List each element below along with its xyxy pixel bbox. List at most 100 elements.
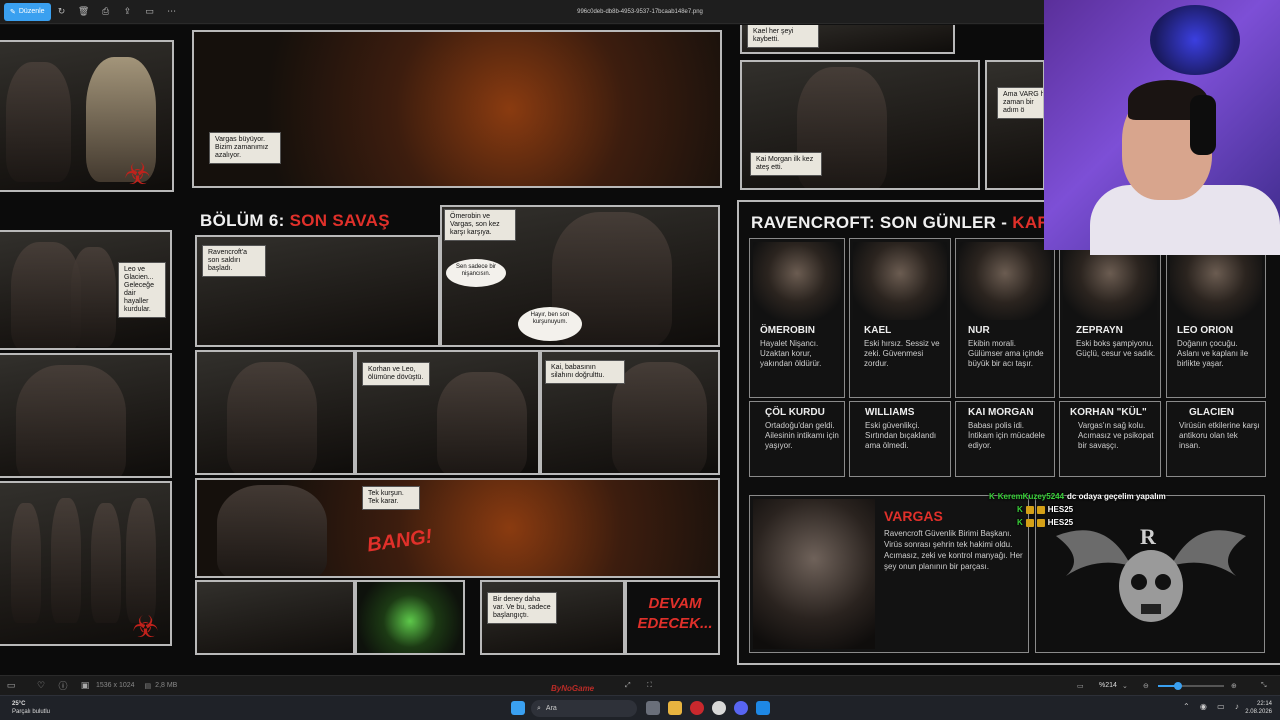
badge-icon xyxy=(1025,518,1034,527)
panel-leo-fight: Korhan ve Leo, ölümüne dövüştü. xyxy=(355,350,540,475)
platform-icon: K xyxy=(1017,518,1023,527)
chat-message: K HES25 xyxy=(989,516,1166,529)
character-desc: Eski boks şampiyonu. Güçlü, cesur ve sad… xyxy=(1076,339,1156,358)
character-card-glacien: GLACIEN Virüsün etkilerine karşı antikor… xyxy=(1166,401,1266,477)
bang-text: BANG! xyxy=(365,525,434,557)
system-tray[interactable]: ⌃ ◉ ▭ ♪ xyxy=(1183,702,1243,711)
caption-vargas-grows: Vargas büyüyor. Bizim zamanımız azalıyor… xyxy=(209,132,281,164)
speech-bubble-reply: Hayır, ben son kurşunuyum. xyxy=(518,307,582,341)
slideshow-icon[interactable]: ▭ xyxy=(139,0,161,24)
panel-kai-aim: Kai, babasının silahını doğrulttu. xyxy=(540,350,720,475)
photos-icon[interactable] xyxy=(756,701,770,715)
delete-icon[interactable]: 🗑 xyxy=(73,0,95,24)
file-explorer-icon[interactable] xyxy=(668,701,682,715)
character-name: NUR xyxy=(968,325,990,336)
chat-text: HES25 xyxy=(1047,505,1074,514)
badge-icon xyxy=(1036,518,1045,527)
zoom-out-icon[interactable]: ⊖ xyxy=(1143,682,1149,690)
character-card-omerobin: ÖMEROBIN Hayalet Nişancı. Uzaktan korur,… xyxy=(749,238,845,398)
discord-icon[interactable] xyxy=(734,701,748,715)
character-name: ÖMEROBIN xyxy=(760,325,815,336)
zoom-slider-thumb[interactable] xyxy=(1173,682,1182,690)
character-card-zeprayn: ZEPRAYN Eski boks şampiyonu. Güçlü, cesu… xyxy=(1059,238,1161,398)
fit-window-icon[interactable]: ▭ xyxy=(1077,682,1084,690)
info-icon[interactable]: ⓘ xyxy=(52,679,74,692)
chat-username: KeremKuzey5244 xyxy=(997,492,1065,501)
chapter-name: SON SAVAŞ xyxy=(289,211,390,230)
headphones-icon xyxy=(1190,95,1216,155)
print-icon[interactable]: ⎙ xyxy=(95,0,117,24)
zoom-in-icon[interactable]: ⊕ xyxy=(1231,682,1237,690)
rotate-icon[interactable]: ↻ xyxy=(51,0,73,24)
expand-icon[interactable]: ⤡ xyxy=(1261,682,1267,690)
share-icon[interactable]: ⇪ xyxy=(117,0,139,24)
speech-bubble-sniper: Sen sadece bir nişancısın. xyxy=(446,259,506,287)
panel-korhan xyxy=(195,350,355,475)
start-icon[interactable] xyxy=(511,701,525,715)
panel-final-attack: Ravencroft'a son saldırı başladı. xyxy=(195,235,440,347)
chat-message: K HES25 xyxy=(989,503,1166,516)
spartan-logo-icon xyxy=(1150,5,1240,75)
zoom-dropdown-icon[interactable]: ⌄ xyxy=(1122,682,1128,690)
search-placeholder: Ara xyxy=(545,705,557,712)
weather-widget[interactable]: 25°C Parçalı bulutlu xyxy=(12,700,50,716)
character-name: KAEL xyxy=(864,325,892,336)
character-desc: Ekibin morali. Gülümser ama içinde büyük… xyxy=(968,339,1044,368)
character-desc: Eski hırsız. Sessiz ve zeki. Güvenmesi z… xyxy=(864,339,940,368)
task-view-icon[interactable] xyxy=(646,701,660,715)
panel-bang: Tek kurşun. Tek karar. BANG! xyxy=(195,478,720,578)
filmstrip-icon[interactable]: ▭ xyxy=(0,680,22,691)
villain-name: VARGAS xyxy=(884,508,943,524)
zoom-level[interactable]: %214 xyxy=(1099,682,1117,689)
character-card-kai-morgan: KAI MORGAN Babası polis idi. İntikam içi… xyxy=(955,401,1055,477)
edit-button[interactable]: ✎ Düzenle xyxy=(4,2,51,21)
villain-desc: Ravencroft Güvenlik Birimi Başkanı. Virü… xyxy=(884,529,1023,571)
panel-green-glow xyxy=(355,580,465,655)
character-name: ÇÖL KURDU xyxy=(765,407,825,418)
platform-icon: K xyxy=(989,492,995,501)
disk-icon: ▤ xyxy=(144,682,152,690)
character-desc: Vargas'ın sağ kolu. Acımasız ve psikopat… xyxy=(1078,421,1154,450)
panel-to-be-continued: DEVAM EDECEK... xyxy=(625,580,720,655)
more-icon[interactable]: ⋯ xyxy=(161,0,183,24)
caption-ama-varg: Ama VARG her zaman bir adım ö xyxy=(997,87,1043,119)
opera-icon[interactable] xyxy=(690,701,704,715)
panel-couple: ☣ xyxy=(0,40,174,192)
character-card-korhan: KORHAN "KÜL" Vargas'ın sağ kolu. Acıması… xyxy=(1059,401,1161,477)
biohazard-icon-2: ☣ xyxy=(132,611,159,644)
watermark-logo: ByNoGame xyxy=(551,684,595,693)
weather-temp: 25°C xyxy=(12,701,26,707)
chapter-title: BÖLÜM 6: SON SAVAŞ xyxy=(200,211,390,231)
favorite-icon[interactable]: ♡ xyxy=(30,680,52,691)
character-desc: Doğanın çocuğu. Aslanı ve kaplanı ile bi… xyxy=(1177,339,1249,368)
character-desc: Eski güvenlikçi. Sırtından bıçaklandı am… xyxy=(865,421,937,450)
image-size-icon: ▣ xyxy=(80,680,90,690)
chat-overlay: K KeremKuzey5244 dc odaya geçelim yapalı… xyxy=(989,490,1166,529)
panel-experiment: Bir deney daha var. Ve bu, sadece başlan… xyxy=(480,580,625,655)
chrome-icon[interactable] xyxy=(712,701,726,715)
character-name: ZEPRAYN xyxy=(1076,325,1123,336)
caption-omerobin-vargas: Ömerobin ve Vargas, son kez karşı karşıy… xyxy=(444,209,516,241)
chat-message: K KeremKuzey5244 dc odaya geçelim yapalı… xyxy=(989,490,1166,503)
clock-date: 2.08.2026 xyxy=(1245,709,1272,715)
zoom-slider[interactable] xyxy=(1158,682,1224,690)
badge-icon xyxy=(1036,505,1045,514)
search-box[interactable]: ⌕ Ara xyxy=(531,700,637,717)
fit-icon[interactable]: ⤢ xyxy=(625,682,631,690)
fullscreen-icon[interactable]: ⛶ xyxy=(647,682,652,690)
biohazard-icon: ☣ xyxy=(124,158,151,191)
caption-kai-morgan: Kai Morgan ilk kez ateş etti. xyxy=(750,152,822,176)
clock-time: 22:14 xyxy=(1256,701,1272,707)
caption-one-shot: Tek kurşun. Tek karar. xyxy=(362,486,420,510)
caption-korhan-leo: Korhan ve Leo, ölümüne dövüştü. xyxy=(362,362,430,386)
taskbar: 25°C Parçalı bulutlu ⌕ Ara ⌃ ◉ ▭ ♪ 22:14… xyxy=(0,695,1280,720)
search-icon: ⌕ xyxy=(537,704,541,712)
clock[interactable]: 22:14 2.08.2026 xyxy=(1245,700,1272,716)
panel-kai-gun: Kai Morgan ilk kez ateş etti. xyxy=(740,60,980,190)
panel-ama-vargas: Ama VARG her zaman bir adım ö xyxy=(985,60,1045,190)
character-desc: Hayalet Nişancı. Uzaktan korur, yakından… xyxy=(760,339,822,368)
villain-portrait xyxy=(753,499,875,649)
character-name: GLACIEN xyxy=(1189,407,1234,418)
weather-desc: Parçalı bulutlu xyxy=(12,709,51,715)
caption-attack: Ravencroft'a son saldırı başladı. xyxy=(202,245,266,277)
